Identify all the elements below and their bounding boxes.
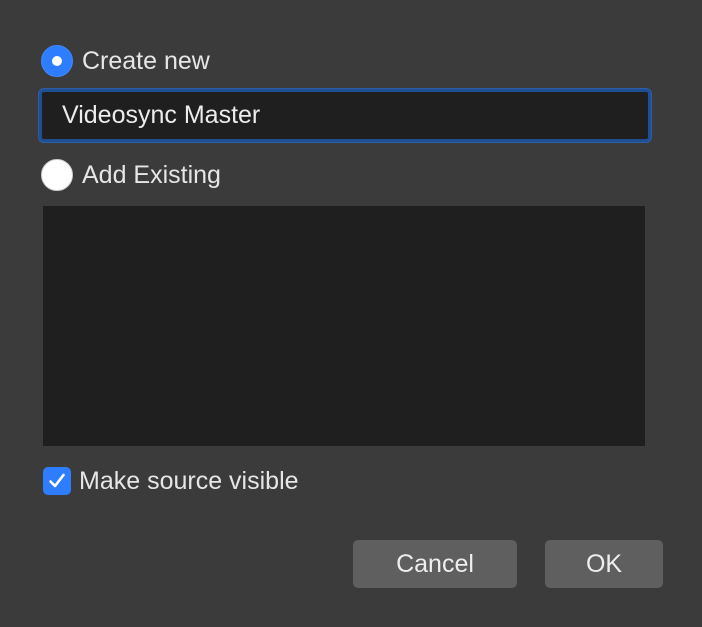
create-new-option[interactable]: Create new [41,45,210,77]
add-existing-radio[interactable] [41,159,73,191]
create-new-label[interactable]: Create new [82,45,210,77]
cancel-button[interactable]: Cancel [353,540,517,588]
radio-selected-dot-icon [52,56,62,66]
checkmark-icon [49,473,65,488]
ok-button[interactable]: OK [545,540,663,588]
existing-sources-list[interactable] [43,206,645,446]
add-existing-label[interactable]: Add Existing [82,159,221,191]
make-source-visible-option[interactable]: Make source visible [43,467,299,495]
add-existing-option[interactable]: Add Existing [41,159,221,191]
create-new-radio[interactable] [41,45,73,77]
make-source-visible-checkbox[interactable] [43,467,71,495]
make-source-visible-label[interactable]: Make source visible [79,467,299,495]
source-name-input[interactable] [39,89,651,142]
add-source-dialog: Create new Add Existing Make source visi… [0,0,702,627]
